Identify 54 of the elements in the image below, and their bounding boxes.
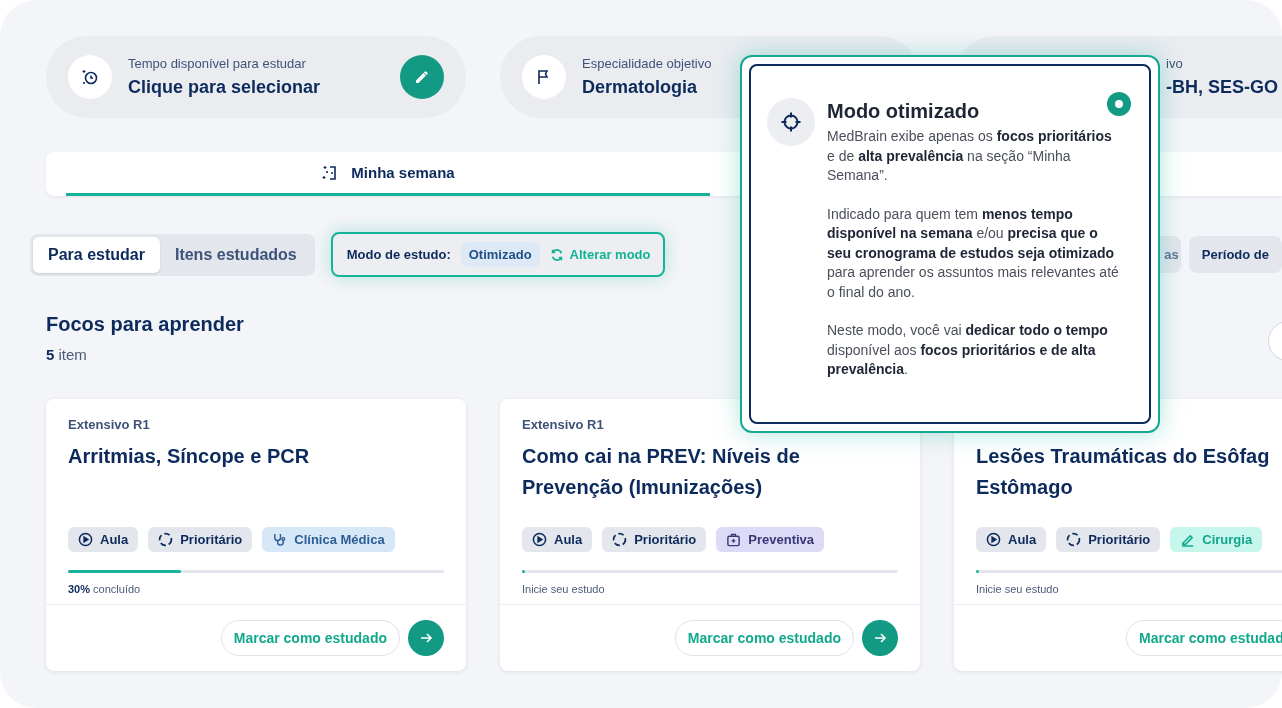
summary-label: ivo <box>1166 56 1184 71</box>
popover-paragraph: MedBrain exibe apenas os focos prioritários e de alta prevalência na seção “Minha Semana”. <box>827 127 1113 185</box>
dashed-circle-icon <box>158 532 174 547</box>
popover-paragraph: Neste modo, você vai dedicar todo o tempo disponível aos focos prioritários e de alta prevalência. <box>827 321 1109 379</box>
filter-chip[interactable]: Período de <box>1188 236 1282 273</box>
tab[interactable]: Minha semana <box>66 152 710 196</box>
progress-text: 30% concluído <box>68 583 142 595</box>
play-icon <box>986 532 1001 547</box>
arrow-right-icon <box>873 631 887 645</box>
topic-title: Arritmias, Síncope e PCR <box>68 445 310 467</box>
arrow-right-icon <box>419 631 433 645</box>
progress-text: Inicie seu estudo <box>522 583 606 595</box>
summary-label: Especialidade objetivo <box>582 56 713 71</box>
radio-button[interactable] <box>1107 92 1131 116</box>
play-icon <box>532 532 547 547</box>
course-label: Extensivo R1 <box>68 417 150 432</box>
summary-label: Tempo disponível para estudar <box>128 56 307 71</box>
item-count: 5 item <box>46 346 88 363</box>
tag: Prioritário <box>148 527 253 552</box>
medical-kit-icon <box>726 532 742 547</box>
refresh-icon <box>549 247 564 262</box>
summary-value: Dermatologia <box>582 77 699 98</box>
next-button[interactable] <box>408 620 444 656</box>
tag: Prioritário <box>1056 527 1161 552</box>
tag: Aula <box>976 527 1047 552</box>
section-title: Focos para aprender <box>46 313 244 336</box>
summary-value: Clique para selecionar <box>128 77 322 98</box>
toggle-option[interactable]: Itens estudados <box>159 236 312 273</box>
play-icon <box>78 532 93 547</box>
clock-icon <box>80 67 100 87</box>
summary-value: -BH, SES-GO <box>1166 77 1279 98</box>
pencil-icon <box>413 68 431 86</box>
topic-title: Lesões Traumáticas do Esôfag Estômago <box>976 445 1270 498</box>
edit-button[interactable] <box>400 55 444 99</box>
tag: Aula <box>68 527 139 552</box>
next-button[interactable] <box>862 620 898 656</box>
tag: Clínica Médica <box>262 527 395 552</box>
popover-title: Modo otimizado <box>827 100 981 123</box>
tag: Prioritário <box>602 527 707 552</box>
toggle-option[interactable]: Para estudar <box>33 236 160 273</box>
study-mode-label: Modo de estudo: <box>346 247 451 262</box>
popover-paragraph: Indicado para quem tem menos tempo disponível na semana e/ou precisa que o seu cronograma de estudos seja otimizado para aprender os assuntos mais relevantes até o final do ano. <box>827 204 1120 302</box>
course-label: Extensivo R1 <box>522 417 604 432</box>
study-mode-value: Otimizado <box>460 242 540 267</box>
crosshair-icon <box>780 111 802 133</box>
topic-title: Como cai na PREV: Níveis de Prevenção (Imunizações) <box>522 445 800 498</box>
progress-text: Inicie seu estudo <box>976 583 1060 595</box>
tag: Preventiva <box>716 527 825 552</box>
dashed-circle-icon <box>1066 532 1082 547</box>
dashed-circle-icon <box>612 532 628 547</box>
tag: Cirurgia <box>1170 527 1263 552</box>
tag: Aula <box>522 527 593 552</box>
stethoscope-icon <box>272 532 288 547</box>
scalpel-icon <box>1180 532 1196 547</box>
